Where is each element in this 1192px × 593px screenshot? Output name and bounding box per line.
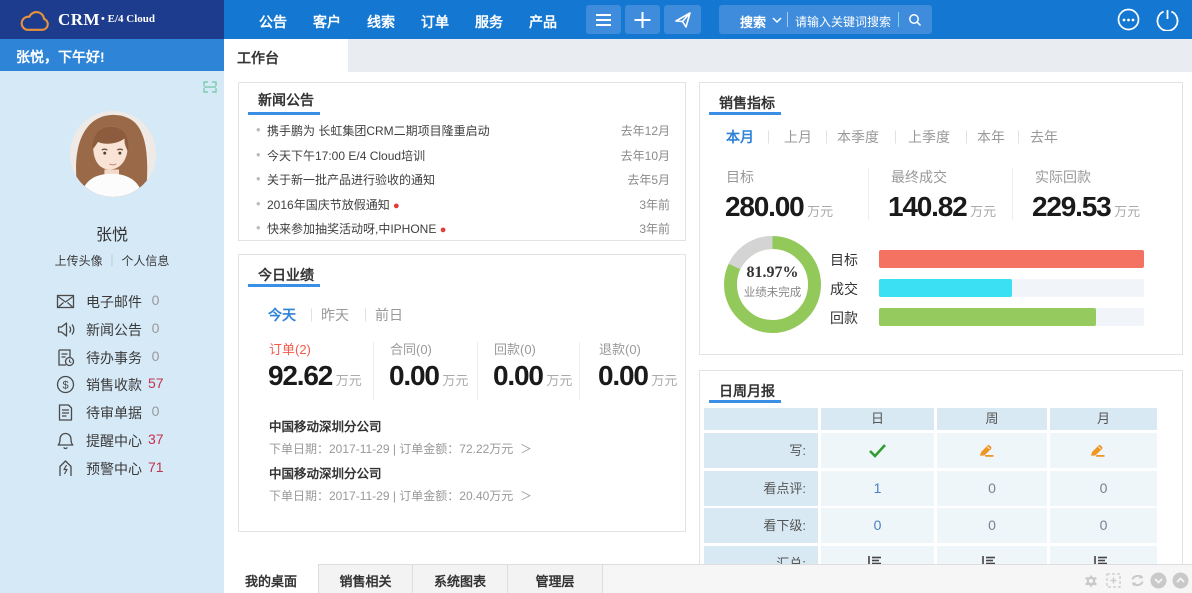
svg-text:$: $ — [62, 380, 68, 392]
